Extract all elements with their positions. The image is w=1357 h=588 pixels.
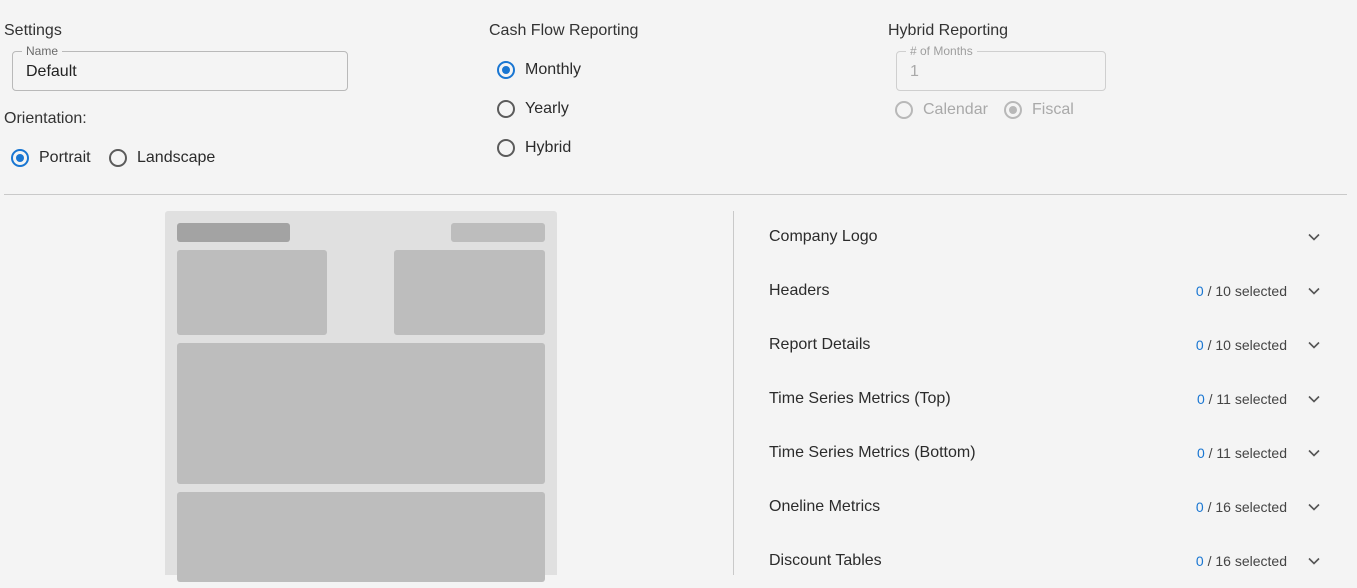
horizontal-divider	[4, 194, 1347, 195]
hybrid-fiscal-radio[interactable]: Fiscal	[1004, 101, 1074, 119]
section-title: Report Details	[769, 336, 871, 353]
months-field-legend: # of Months	[906, 44, 977, 58]
orientation-landscape-radio[interactable]: Landscape	[109, 149, 215, 167]
radio-label: Landscape	[137, 149, 216, 166]
selection-count: 0 / 10 selected	[1195, 337, 1287, 353]
section-time-series-bottom[interactable]: Time Series Metrics (Bottom) 0 / 11 sele…	[769, 426, 1329, 480]
section-headers[interactable]: Headers 0 / 10 selected	[769, 264, 1329, 318]
radio-circle-icon	[497, 61, 515, 79]
name-field-value: Default	[26, 63, 77, 80]
section-report-details[interactable]: Report Details 0 / 10 selected	[769, 318, 1329, 372]
selection-count: 0 / 10 selected	[1195, 283, 1287, 299]
preview-details-right-block	[394, 250, 545, 335]
section-discount-tables[interactable]: Discount Tables 0 / 16 selected	[769, 534, 1329, 588]
chevron-down-icon[interactable]	[1305, 390, 1323, 408]
radio-label: Yearly	[525, 100, 569, 117]
cash-flow-monthly-radio[interactable]: Monthly	[497, 61, 581, 79]
radio-circle-icon	[11, 149, 29, 167]
name-field[interactable]: Name Default	[12, 44, 348, 91]
radio-circle-icon	[1004, 101, 1022, 119]
chevron-down-icon[interactable]	[1305, 444, 1323, 462]
radio-label: Fiscal	[1032, 101, 1074, 118]
section-company-logo[interactable]: Company Logo	[769, 210, 1329, 264]
chevron-down-icon[interactable]	[1305, 498, 1323, 516]
section-title: Time Series Metrics (Top)	[769, 390, 951, 407]
preview-details-left-block	[177, 250, 327, 335]
report-preview	[165, 211, 557, 582]
section-oneline-metrics[interactable]: Oneline Metrics 0 / 16 selected	[769, 480, 1329, 534]
radio-label: Hybrid	[525, 139, 572, 156]
selection-count: 0 / 11 selected	[1196, 391, 1287, 407]
months-field-value: 1	[910, 63, 919, 80]
radio-circle-icon	[497, 100, 515, 118]
months-field[interactable]: # of Months 1	[896, 44, 1106, 91]
radio-label: Portrait	[39, 149, 91, 166]
selection-count: 0 / 16 selected	[1195, 499, 1287, 515]
orientation-portrait-radio[interactable]: Portrait	[11, 149, 91, 167]
selection-count: 0 / 11 selected	[1196, 445, 1287, 461]
cash-flow-title: Cash Flow Reporting	[489, 22, 639, 39]
section-title: Company Logo	[769, 228, 878, 245]
settings-title: Settings	[4, 22, 62, 39]
section-title: Discount Tables	[769, 552, 882, 569]
section-title: Time Series Metrics (Bottom)	[769, 444, 976, 461]
chevron-down-icon[interactable]	[1305, 282, 1323, 300]
radio-circle-icon	[895, 101, 913, 119]
preview-top-metrics-block	[177, 343, 545, 484]
cash-flow-hybrid-radio[interactable]: Hybrid	[497, 139, 571, 157]
chevron-down-icon[interactable]	[1305, 552, 1323, 570]
chevron-down-icon[interactable]	[1305, 228, 1323, 246]
hybrid-title: Hybrid Reporting	[888, 22, 1009, 39]
vertical-divider	[733, 211, 734, 575]
radio-label: Calendar	[923, 101, 988, 118]
section-title: Oneline Metrics	[769, 498, 881, 515]
preview-header-block	[451, 223, 545, 242]
name-field-legend: Name	[22, 44, 63, 58]
radio-label: Monthly	[525, 61, 582, 78]
cash-flow-yearly-radio[interactable]: Yearly	[497, 100, 569, 118]
preview-logo-block	[177, 223, 290, 242]
selection-count: 0 / 16 selected	[1195, 553, 1287, 569]
section-time-series-top[interactable]: Time Series Metrics (Top) 0 / 11 selecte…	[769, 372, 1329, 426]
preview-bottom-metrics-block	[177, 492, 545, 582]
radio-circle-icon	[109, 149, 127, 167]
orientation-label: Orientation:	[4, 110, 87, 127]
chevron-down-icon[interactable]	[1305, 336, 1323, 354]
radio-circle-icon	[497, 139, 515, 157]
section-title: Headers	[769, 282, 830, 299]
hybrid-calendar-radio[interactable]: Calendar	[895, 101, 988, 119]
